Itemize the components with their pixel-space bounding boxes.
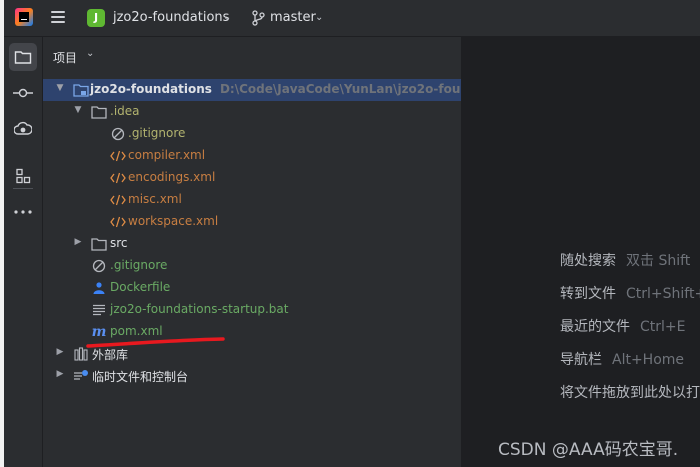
activity-bar	[4, 37, 43, 467]
folder-icon	[91, 236, 107, 252]
tree-item-label: misc.xml	[128, 192, 182, 206]
tree-item-label: src	[110, 236, 128, 250]
branch-icon[interactable]	[251, 10, 265, 26]
tree-item-label: jzo2o-foundations	[90, 82, 212, 96]
hint-navigation-bar: 导航栏 Alt+Home	[560, 352, 685, 368]
chevron-down-icon[interactable]: ⌄	[315, 12, 323, 23]
main-menu-icon[interactable]	[51, 11, 65, 23]
tree-item-file[interactable]: compiler.xml	[43, 145, 461, 167]
chevron-down-icon[interactable]: ▼	[73, 105, 83, 115]
project-name[interactable]: jzo2o-foundations	[113, 10, 229, 25]
hint-drop-files: 将文件拖放到此处以打开	[560, 385, 700, 401]
structure-icon[interactable]	[9, 162, 37, 190]
scratches-icon	[73, 368, 89, 384]
editor-empty-state: 随处搜索双击 Shift 转到文件Ctrl+Shift+N 最近的文件Ctrl+…	[462, 37, 700, 467]
panel-title[interactable]: 项目	[53, 49, 77, 66]
tree-item-file[interactable]: .gitignore	[43, 255, 461, 277]
module-folder-icon	[73, 82, 89, 98]
tree-item-root[interactable]: ▼ jzo2o-foundations D:\Code\JavaCode\YunL…	[43, 79, 461, 101]
commit-icon[interactable]	[9, 79, 37, 107]
tree-item-file[interactable]: jzo2o-foundations-startup.bat	[43, 299, 461, 321]
chevron-right-icon[interactable]: ▶	[55, 347, 65, 357]
intellij-logo-icon[interactable]	[15, 8, 33, 26]
folder-icon[interactable]	[9, 43, 37, 71]
tree-item-label: 临时文件和控制台	[92, 370, 189, 384]
xml-file-icon	[110, 214, 126, 230]
chevron-down-icon[interactable]: ▼	[55, 83, 65, 93]
branch-name[interactable]: master	[270, 10, 316, 25]
tree-item-file[interactable]: misc.xml	[43, 189, 461, 211]
ide-window: J jzo2o-foundations ⌄ master ⌄ 项目 ⌄ ▼ jz…	[4, 0, 700, 467]
tree-item-file[interactable]: .gitignore	[43, 123, 461, 145]
tree-item-label: .gitignore	[110, 258, 168, 272]
folder-icon	[91, 104, 107, 120]
tree-item-scratches[interactable]: ▶ 临时文件和控制台	[43, 365, 461, 387]
chevron-right-icon[interactable]: ▶	[55, 369, 65, 379]
tree-item-file[interactable]: encodings.xml	[43, 167, 461, 189]
hint-recent-files: 最近的文件 Ctrl+E	[560, 319, 686, 335]
cloud-services-icon[interactable]	[9, 115, 37, 143]
tree-item-label: Dockerfile	[110, 280, 171, 294]
docker-icon	[91, 280, 107, 296]
tree-item-label: workspace.xml	[128, 214, 219, 228]
ignored-file-icon	[110, 126, 126, 142]
hint-go-to-file: 转到文件Ctrl+Shift+N	[560, 286, 700, 302]
tree-item-label: encodings.xml	[128, 170, 216, 184]
tree-item-label: .idea	[110, 104, 140, 118]
project-panel: 项目 ⌄ ▼ jzo2o-foundations D:\Code\JavaCode…	[43, 37, 461, 467]
chevron-down-icon[interactable]: ⌄	[223, 12, 231, 23]
project-badge[interactable]: J	[87, 9, 105, 27]
title-bar: J jzo2o-foundations ⌄ master ⌄	[4, 0, 700, 37]
text-file-icon	[91, 302, 107, 318]
xml-file-icon	[110, 192, 126, 208]
project-path: D:\Code\JavaCode\YunLan\jzo2o-foundatic	[219, 82, 461, 96]
tree-item-label: compiler.xml	[128, 148, 206, 162]
tree-item-label: .gitignore	[128, 126, 186, 140]
xml-file-icon	[110, 148, 126, 164]
ignored-file-icon	[91, 258, 107, 274]
tree-item-label: jzo2o-foundations-startup.bat	[110, 302, 289, 316]
xml-file-icon	[110, 170, 126, 186]
tree-item-idea-folder[interactable]: ▼ .idea	[43, 101, 461, 123]
red-underline-annotation	[86, 337, 225, 348]
hint-search-everywhere: 随处搜索 双击 Shift	[560, 253, 691, 269]
chevron-down-icon[interactable]: ⌄	[86, 48, 94, 59]
more-icon[interactable]	[9, 198, 37, 226]
watermark: CSDN @AAA码农宝哥.	[498, 440, 679, 460]
tree-item-file[interactable]: workspace.xml	[43, 211, 461, 233]
chevron-right-icon[interactable]: ▶	[73, 237, 83, 247]
tree-item-file[interactable]: Dockerfile	[43, 277, 461, 299]
tree-item-src-folder[interactable]: ▶ src	[43, 233, 461, 255]
